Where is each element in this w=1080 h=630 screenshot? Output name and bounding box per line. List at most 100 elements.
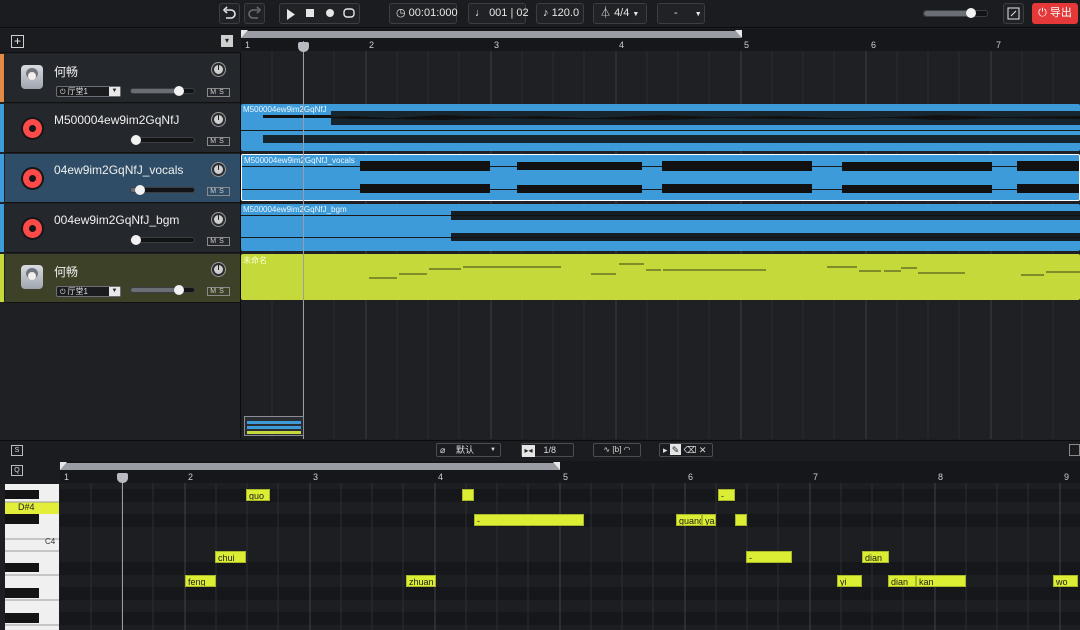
reverb-select[interactable]: ⏻ 厅堂1 ▼: [56, 286, 121, 297]
track-row[interactable]: 004ew9im2GqNfJ_bgm MS: [0, 204, 240, 253]
key-select[interactable]: - ▼: [657, 3, 705, 24]
track-name[interactable]: 何畅: [54, 63, 204, 80]
volume-slider[interactable]: [130, 185, 195, 195]
pan-knob[interactable]: [212, 263, 225, 276]
play-button[interactable]: [286, 8, 296, 27]
slider-handle[interactable]: [966, 8, 976, 18]
note[interactable]: chui: [215, 551, 246, 563]
volume-slider[interactable]: [130, 135, 195, 145]
eraser-tool-icon[interactable]: ⌫: [684, 445, 697, 455]
record-button[interactable]: [326, 9, 334, 17]
track-name[interactable]: 004ew9im2GqNfJ_bgm: [54, 213, 204, 227]
piano-keyboard[interactable]: D#4 C4: [5, 484, 59, 630]
arrangement-area[interactable]: 1 2 3 4 5 6 7 M500004ew9im2GqNfJ M500004…: [241, 29, 1080, 439]
volume-slider[interactable]: [130, 86, 195, 96]
roll-loop-start[interactable]: [60, 462, 67, 470]
slider-handle[interactable]: [131, 235, 141, 245]
track-row[interactable]: M500004ew9im2GqNfJ MS: [0, 104, 240, 153]
audio-clip[interactable]: M500004ew9im2GqNfJ: [241, 104, 1080, 151]
mute-solo-buttons[interactable]: MS: [207, 137, 230, 146]
roll-loop-end[interactable]: [553, 462, 560, 470]
roll-ruler[interactable]: 1 2 3 4 5 6 7 8 9: [60, 461, 1080, 483]
quantize-select[interactable]: ⌀ 默认 ▼: [436, 443, 501, 457]
voice-clip[interactable]: 未命名: [241, 254, 1080, 300]
edit-export-button[interactable]: [1003, 3, 1024, 24]
roll-loop-bar[interactable]: [60, 463, 560, 470]
note[interactable]: feng: [185, 575, 216, 587]
pan-knob[interactable]: [212, 113, 225, 126]
mute-solo-buttons[interactable]: MS: [207, 287, 230, 296]
singer-avatar[interactable]: [21, 65, 43, 89]
note[interactable]: zhuan: [406, 575, 436, 587]
playhead[interactable]: [303, 41, 304, 439]
track-name[interactable]: M500004ew9im2GqNfJ: [54, 113, 204, 127]
slider-handle[interactable]: [174, 285, 184, 295]
playhead-handle[interactable]: [298, 42, 309, 52]
volume-slider[interactable]: [130, 285, 195, 295]
note[interactable]: -: [746, 551, 792, 563]
loop-region-bar[interactable]: [241, 31, 741, 38]
note[interactable]: ya: [702, 514, 716, 526]
audio-clip[interactable]: M500004ew9im2GqNfJ_vocals: [241, 154, 1080, 201]
grid-select[interactable]: ▸◂ 1/8: [521, 443, 574, 457]
roll-playhead[interactable]: [122, 473, 123, 630]
note[interactable]: dian: [862, 551, 889, 563]
stop-button[interactable]: [306, 9, 314, 17]
mute-solo-buttons[interactable]: MS: [207, 237, 230, 246]
tempo-display[interactable]: ♪ 120.0: [536, 3, 584, 24]
bar-beat-display[interactable]: ♩ 001 | 02: [468, 3, 529, 24]
note[interactable]: [735, 514, 747, 526]
expand-button[interactable]: [1069, 444, 1080, 456]
note[interactable]: guo: [246, 489, 270, 501]
volume-slider[interactable]: [130, 235, 195, 245]
audio-clip[interactable]: M500004ew9im2GqNfJ_bgm: [241, 204, 1080, 251]
master-volume-slider[interactable]: [923, 8, 988, 18]
note[interactable]: dian: [888, 575, 916, 587]
quantize-toggle-button[interactable]: Q: [11, 465, 23, 476]
loop-end-marker[interactable]: [735, 30, 742, 38]
note[interactable]: kan: [916, 575, 966, 587]
roll-bar-number: 2: [188, 472, 194, 482]
chevron-down-icon: ▼: [632, 11, 640, 18]
note[interactable]: wo: [1053, 575, 1078, 587]
slider-handle[interactable]: [131, 135, 141, 145]
export-button[interactable]: ⏻ 导出: [1032, 3, 1078, 24]
cut-tool-icon[interactable]: ✕: [699, 445, 707, 455]
note[interactable]: -: [474, 514, 584, 526]
note[interactable]: [462, 489, 474, 501]
loop-button[interactable]: [343, 7, 355, 26]
slider-handle[interactable]: [174, 86, 184, 96]
mute-solo-buttons[interactable]: MS: [207, 187, 230, 196]
pan-knob[interactable]: [212, 63, 225, 76]
pitch-tools-group[interactable]: ∿ [b] ◠: [593, 443, 641, 457]
singer-avatar[interactable]: [21, 265, 43, 289]
reverb-select[interactable]: ⏻ 厅堂1 ▼: [56, 86, 121, 97]
note[interactable]: yi: [837, 575, 862, 587]
timeline-ruler[interactable]: 1 2 3 4 5 6 7: [241, 29, 1080, 51]
pan-knob[interactable]: [212, 163, 225, 176]
note[interactable]: -: [718, 489, 735, 501]
pan-knob[interactable]: [212, 213, 225, 226]
select-tool-icon[interactable]: ▸: [660, 445, 668, 455]
edit-tools-group[interactable]: ▸ ✎ ⌫ ✕: [659, 443, 713, 457]
roll-playhead-handle[interactable]: [117, 473, 128, 483]
note[interactable]: guang: [676, 514, 702, 526]
undo-button[interactable]: [219, 3, 240, 24]
track-row[interactable]: 04ew9im2GqNfJ_vocals MS: [0, 154, 240, 203]
track-row[interactable]: 何畅 ⏻ 厅堂1 ▼ MS: [0, 254, 240, 303]
add-track-button[interactable]: +: [11, 35, 24, 48]
track-name[interactable]: 04ew9im2GqNfJ_vocals: [54, 163, 204, 177]
track-name[interactable]: 何畅: [54, 263, 204, 280]
redo-button[interactable]: [244, 3, 265, 24]
note-grid[interactable]: 1 2 3 4 5 6 7 8 9 guo - - guang ya chui …: [60, 461, 1080, 630]
slider-handle[interactable]: [135, 185, 145, 195]
track-filter-button[interactable]: ▾: [221, 35, 233, 47]
snap-toggle-button[interactable]: S: [11, 445, 23, 456]
time-display[interactable]: ◷ 00:01:000: [389, 3, 458, 24]
overview-thumbnail[interactable]: [244, 416, 304, 436]
pencil-tool-icon[interactable]: ✎: [670, 444, 682, 455]
track-row[interactable]: 何畅 ⏻ 厅堂1 ▼ MS: [0, 54, 240, 103]
mute-solo-buttons[interactable]: MS: [207, 88, 230, 97]
time-signature-select[interactable]: ⏃ 4/4 ▼: [593, 3, 647, 24]
loop-start-marker[interactable]: [241, 30, 248, 38]
